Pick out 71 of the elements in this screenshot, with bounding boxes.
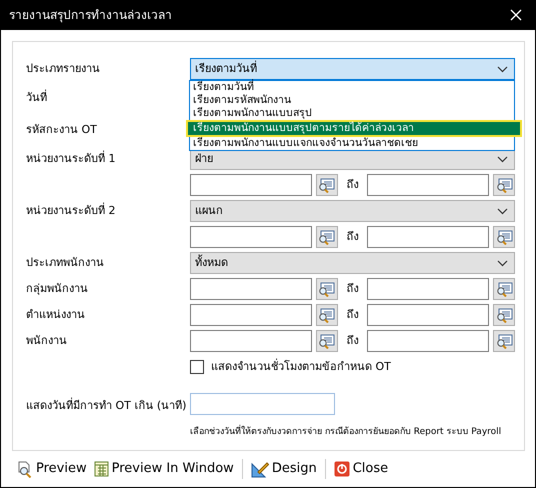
input-field[interactable] xyxy=(190,174,312,196)
field-label: หน่วยงานระดับที่ 1 xyxy=(26,150,116,167)
magnifier-icon xyxy=(17,460,33,478)
range-label: ถึง xyxy=(346,280,360,297)
lookup-icon xyxy=(496,334,513,348)
lookup-icon xyxy=(318,282,336,296)
chevron-down-icon xyxy=(497,156,508,162)
dropdown-option[interactable]: เรียงตามรหัสพนักงาน xyxy=(190,94,514,107)
lookup-icon xyxy=(496,308,513,322)
input-field[interactable] xyxy=(367,226,490,248)
lookup-button[interactable] xyxy=(316,174,338,196)
input-field[interactable] xyxy=(190,278,312,300)
preview-button[interactable]: Preview xyxy=(15,459,89,479)
lookup-icon xyxy=(318,178,336,192)
dropdown[interactable]: แผนก xyxy=(190,200,515,222)
field-label: ประเภทรายงาน xyxy=(26,60,101,77)
range-label: ถึง xyxy=(346,228,360,245)
lookup-button[interactable] xyxy=(493,278,516,300)
field-label: รหัสกะงาน OT xyxy=(26,122,98,138)
input-field[interactable] xyxy=(190,330,312,352)
field-label: หน่วยงานระดับที่ 2 xyxy=(26,202,116,219)
chevron-down-icon xyxy=(497,66,508,72)
range-label: ถึง xyxy=(346,332,360,349)
chevron-down-icon xyxy=(497,208,508,214)
lookup-icon xyxy=(496,178,513,192)
checkbox-label: แสดงจำนวนชั่วโมงตามข้อกำหนด OT xyxy=(211,358,391,375)
input-field[interactable] xyxy=(367,278,490,300)
field-label: พนักงาน xyxy=(26,332,68,349)
chevron-down-icon xyxy=(497,260,508,266)
close-button[interactable]: Close xyxy=(332,459,390,479)
lookup-button[interactable] xyxy=(316,330,338,352)
field-label: แสดงวันที่มีการทำ OT เกิน (นาที) xyxy=(26,398,188,414)
field-label: กลุ่มพนักงาน xyxy=(26,280,89,297)
window-button[interactable]: Preview In Window xyxy=(92,459,236,479)
range-label: ถึง xyxy=(346,306,360,323)
power-icon xyxy=(334,461,350,477)
dropdown-option[interactable]: เรียงตามพนักงานแบบแจกแจงจำนวนวันลาชดเชย xyxy=(190,137,514,150)
lookup-icon xyxy=(318,230,336,244)
field-label: วันที่ xyxy=(26,90,48,106)
field-label: ตำแหน่งงาน xyxy=(26,306,86,323)
dropdown-option[interactable]: เรียงตามพนักงานแบบสรุปตามรายได้ค่าล่วงเวลา xyxy=(186,120,522,137)
lookup-button[interactable] xyxy=(493,226,516,248)
lookup-icon xyxy=(496,282,513,296)
input-field[interactable] xyxy=(190,393,335,415)
lookup-icon xyxy=(318,308,336,322)
input-field[interactable] xyxy=(190,304,312,326)
lookup-button[interactable] xyxy=(316,278,338,300)
design-button[interactable]: Design xyxy=(248,459,319,479)
close-icon xyxy=(510,9,522,21)
dropdown[interactable]: ทั้งหมด xyxy=(190,252,515,274)
lookup-button[interactable] xyxy=(493,330,516,352)
hint-text: เลือกช่วงวันที่ให้ตรงกับงวดการจ่าย กรณีต้องการยันยอดกับ Report ระบบ Payroll xyxy=(190,424,502,440)
lookup-button[interactable] xyxy=(493,174,516,196)
dropdown-option[interactable]: เรียงตามพนักงานแบบสรุป xyxy=(190,107,514,120)
checkbox[interactable] xyxy=(190,360,204,374)
dropdown-option[interactable]: เรียงตามวันที่ xyxy=(190,81,514,94)
lookup-button[interactable] xyxy=(493,304,516,326)
window-title: รายงานสรุปการทำงานล่วงเวลา xyxy=(9,7,172,24)
range-label: ถึง xyxy=(346,176,360,193)
spreadsheet-icon xyxy=(94,461,109,477)
ruler-icon xyxy=(250,460,269,478)
input-field[interactable] xyxy=(367,330,490,352)
lookup-button[interactable] xyxy=(316,304,338,326)
lookup-icon xyxy=(318,334,336,348)
lookup-button[interactable] xyxy=(316,226,338,248)
input-field[interactable] xyxy=(367,174,490,196)
lookup-icon xyxy=(496,230,513,244)
input-field[interactable] xyxy=(367,304,490,326)
dropdown[interactable]: เรียงตามวันที่ xyxy=(190,58,515,80)
field-label: ประเภทพนักงาน xyxy=(26,254,105,271)
input-field[interactable] xyxy=(190,226,312,248)
